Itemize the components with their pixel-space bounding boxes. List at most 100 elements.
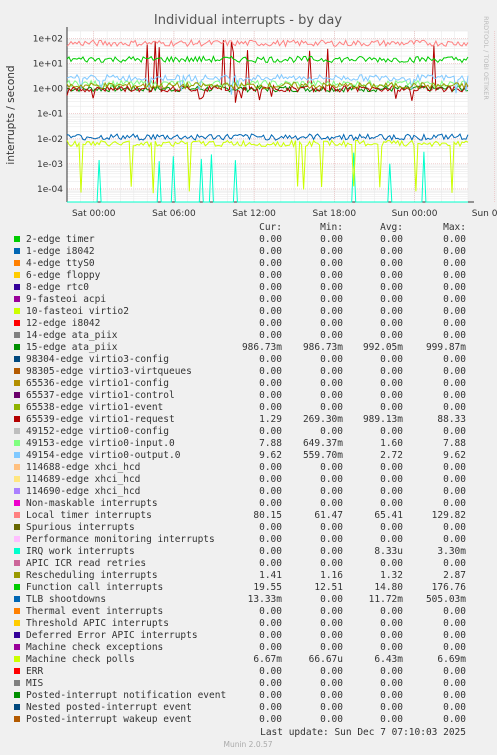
x-tick-label: Sat 18:00 <box>313 209 357 219</box>
legend-label: 49154-edge virtio0-output.0 <box>26 450 181 461</box>
legend-swatch <box>14 608 20 614</box>
legend-swatch <box>14 404 20 410</box>
y-tick-label: 1e+01 <box>33 60 63 70</box>
legend-swatch <box>14 236 20 242</box>
legend-label: 6-edge floppy <box>26 270 101 281</box>
legend-value: 0.00 <box>380 498 403 509</box>
legend-swatch <box>14 416 20 422</box>
legend-value: 0.00 <box>380 378 403 389</box>
legend-value: 0.00 <box>259 558 282 569</box>
legend-value: 0.00 <box>320 594 343 605</box>
legend-value: 649.37m <box>303 438 343 449</box>
legend-value: 0.00 <box>380 306 403 317</box>
legend-value: 0.00 <box>259 378 282 389</box>
legend-label: Rescheduling interrupts <box>26 570 158 581</box>
legend-value: 0.00 <box>380 522 403 533</box>
legend-value: 0.00 <box>320 330 343 341</box>
legend-value: 0.00 <box>443 426 466 437</box>
legend-label: 49152-edge virtio0-config <box>26 426 169 437</box>
legend-value: 0.00 <box>320 366 343 377</box>
legend-swatch <box>14 392 20 398</box>
legend-label: Threshold APIC interrupts <box>26 618 169 629</box>
legend-value: 0.00 <box>443 678 466 689</box>
legend-value: 0.00 <box>259 618 282 629</box>
x-tick-label: Sat 00:00 <box>72 209 116 219</box>
legend-value: 0.00 <box>443 474 466 485</box>
legend-value: 0.00 <box>320 558 343 569</box>
legend-value: 2.72 <box>380 450 403 461</box>
legend-value: 0.00 <box>443 390 466 401</box>
legend-swatch <box>14 452 20 458</box>
legend-value: 8.33u <box>374 546 403 557</box>
x-ticks: Sat 00:00 Sat 06:00 Sat 12:00 Sat 18:00 Sun … <box>72 209 497 219</box>
legend-column-headers: Cur: Min: Avg: Max: <box>259 222 466 233</box>
legend-value: 0.00 <box>320 678 343 689</box>
legend-label: 1-edge i8042 <box>26 246 95 257</box>
munin-version: Munin 2.0.57 <box>223 740 272 749</box>
legend-swatch <box>14 344 20 350</box>
legend-value: 0.00 <box>259 666 282 677</box>
legend-value: 0.00 <box>320 534 343 545</box>
legend-value: 0.00 <box>320 474 343 485</box>
legend-swatch <box>14 440 20 446</box>
legend-value: 0.00 <box>443 378 466 389</box>
legend-value: 1.32 <box>380 570 403 581</box>
legend-value: 0.00 <box>380 486 403 497</box>
legend-label: Performance monitoring interrupts <box>26 534 215 545</box>
rrdtool-credit: RRDTOOL / TOBI OETIKER <box>482 16 490 100</box>
y-tick-label: 1e-04 <box>37 185 63 195</box>
legend-label: Machine check polls <box>26 654 135 665</box>
legend-value: 0.00 <box>443 498 466 509</box>
x-tick-label: Sun 06:00 <box>472 209 497 219</box>
legend-value: 0.00 <box>443 558 466 569</box>
legend-value: 9.62 <box>443 450 466 461</box>
legend-value: 0.00 <box>259 474 282 485</box>
legend-value: 0.00 <box>259 234 282 245</box>
legend-value: 0.00 <box>259 330 282 341</box>
legend-value: 0.00 <box>259 354 282 365</box>
legend-label: TLB shootdowns <box>26 594 106 605</box>
legend-value: 0.00 <box>259 498 282 509</box>
legend-value: 0.00 <box>320 402 343 413</box>
legend-value: 0.00 <box>380 234 403 245</box>
legend-column-header: Min: <box>320 222 343 233</box>
y-ticks: 1e+02 1e+01 1e+00 1e-01 1e-02 1e-03 1e-04 <box>33 35 64 195</box>
legend-value: 0.00 <box>380 474 403 485</box>
legend-value: 66.67u <box>309 654 343 665</box>
legend-value: 0.00 <box>380 642 403 653</box>
legend-swatch <box>14 380 20 386</box>
legend-label: 114688-edge xhci_hcd <box>26 462 140 473</box>
legend-label: Deferred Error APIC interrupts <box>26 630 198 641</box>
legend-label: 2-edge timer <box>26 234 95 245</box>
legend-value: 0.00 <box>320 426 343 437</box>
legend-label: IRQ work interrupts <box>26 546 135 557</box>
legend-value: 999.87m <box>426 342 466 353</box>
legend-value: 269.30m <box>303 414 343 425</box>
legend-swatch <box>14 500 20 506</box>
legend-value: 0.00 <box>443 642 466 653</box>
legend-label: Function call interrupts <box>26 582 163 593</box>
legend-value: 0.00 <box>259 318 282 329</box>
legend-swatch <box>14 272 20 278</box>
legend-value: 6.43m <box>374 654 403 665</box>
legend-value: 0.00 <box>443 318 466 329</box>
legend-label: Machine check exceptions <box>26 642 163 653</box>
x-tick-label: Sun 00:00 <box>392 209 438 219</box>
legend-value: 19.55 <box>253 582 282 593</box>
legend-swatch <box>14 476 20 482</box>
legend-label: 98304-edge virtio3-config <box>26 354 169 365</box>
legend-value: 0.00 <box>320 630 343 641</box>
legend-value: 0.00 <box>380 330 403 341</box>
legend-value: 0.00 <box>259 630 282 641</box>
legend-value: 0.00 <box>320 246 343 257</box>
legend-value: 0.00 <box>320 702 343 713</box>
legend-value: 505.03m <box>426 594 466 605</box>
legend-label: 114690-edge xhci_hcd <box>26 486 140 497</box>
legend-value: 13.33m <box>248 594 283 605</box>
legend-value: 0.00 <box>443 294 466 305</box>
legend-swatch <box>14 512 20 518</box>
legend-value: 0.00 <box>443 402 466 413</box>
legend-value: 0.00 <box>380 282 403 293</box>
legend-label: 9-fasteoi acpi <box>26 294 106 305</box>
legend-value: 0.00 <box>380 714 403 725</box>
